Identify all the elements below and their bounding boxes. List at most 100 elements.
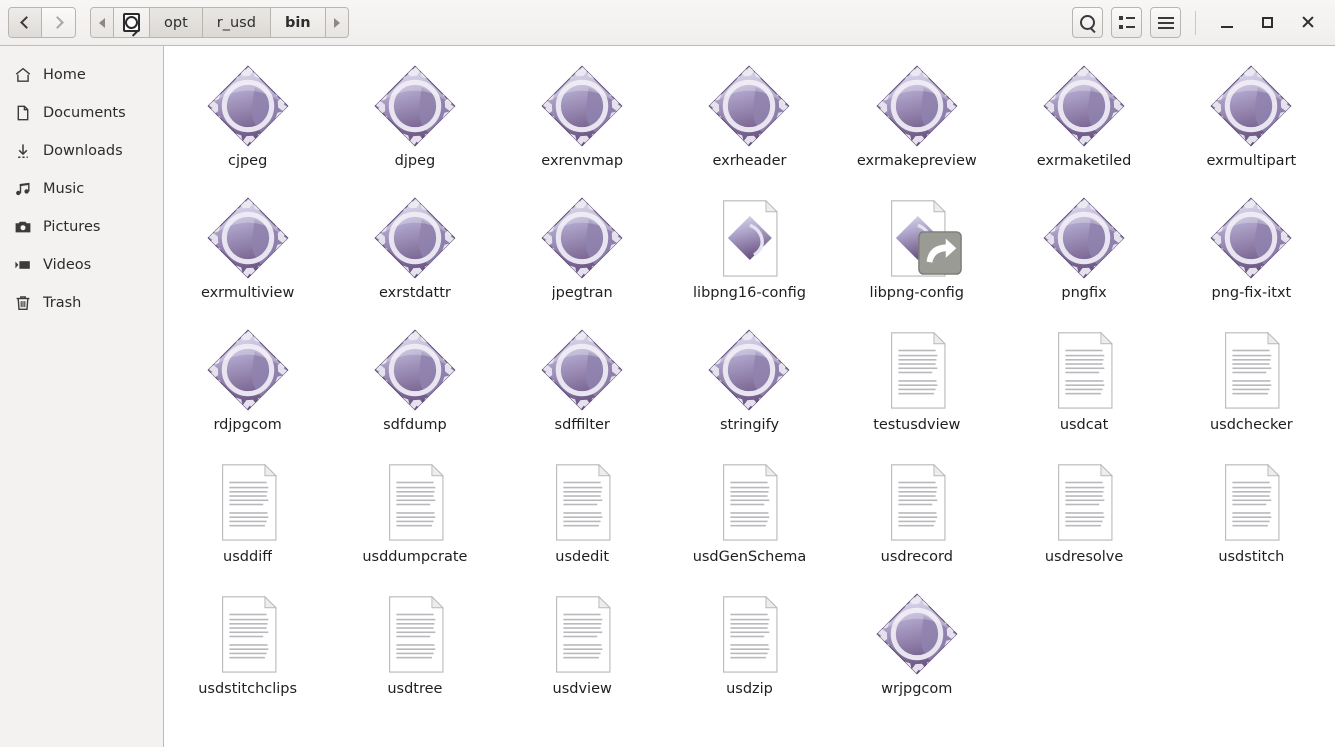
breadcrumb-item-r_usd[interactable]: r_usd [202,8,271,37]
executable-file-icon [708,329,790,411]
file-name-label: usdcat [1059,417,1109,433]
file-item[interactable]: cjpeg [164,54,331,186]
minimize-button[interactable] [1207,3,1247,43]
text-file-icon-wrapper [703,456,795,548]
file-item[interactable]: usdzip [666,582,833,714]
executable-file-icon [207,329,289,411]
file-item[interactable]: exrmaketiled [1000,54,1167,186]
maximize-button[interactable] [1247,3,1287,43]
text-file-icon [221,463,277,541]
sidebar-item-label: Home [43,67,86,83]
file-item[interactable]: usdchecker [1168,318,1335,450]
text-file-icon [890,331,946,409]
file-name-label: usddumpcrate [362,549,468,565]
header-tool-buttons [1072,7,1181,38]
chevron-right-icon [50,16,64,29]
maximize-icon [1261,17,1273,28]
file-item[interactable]: usdedit [499,450,666,582]
breadcrumb-device-root[interactable] [114,8,150,37]
header-divider [1195,10,1196,35]
file-item[interactable]: djpeg [331,54,498,186]
file-item[interactable]: usdstitchclips [164,582,331,714]
file-item[interactable]: sdffilter [499,318,666,450]
file-item[interactable]: stringify [666,318,833,450]
triangle-right-icon [333,17,340,28]
file-item[interactable]: usddiff [164,450,331,582]
file-item[interactable]: jpegtran [499,186,666,318]
file-list-area[interactable]: cjpeg djpeg exrenvmap exrheader exrmakeprevi… [164,46,1335,747]
sidebar-item-documents[interactable]: Documents [0,94,163,132]
file-item[interactable]: testusdview [833,318,1000,450]
text-file-icon-wrapper [536,456,628,548]
file-item[interactable]: usdview [499,582,666,714]
executable-file-icon [541,65,623,147]
sidebar-item-music[interactable]: Music [0,170,163,208]
file-name-label: wrjpgcom [881,681,953,697]
hamburger-menu-icon [1157,16,1174,29]
search-button[interactable] [1072,7,1103,38]
file-item[interactable]: rdjpgcom [164,318,331,450]
file-item[interactable]: usdstitch [1168,450,1335,582]
sidebar-item-trash[interactable]: Trash [0,284,163,322]
executable-file-icon-wrapper [369,60,461,152]
file-item[interactable]: usdGenSchema [666,450,833,582]
window-body: Home Documents Downloads Music Pictures … [0,46,1335,747]
file-item[interactable]: exrheader [666,54,833,186]
file-item[interactable]: exrmakepreview [833,54,1000,186]
sidebar-item-home[interactable]: Home [0,56,163,94]
text-file-icon-wrapper [1205,456,1297,548]
text-file-icon [1058,331,1114,409]
file-item[interactable]: usddumpcrate [331,450,498,582]
executable-file-icon [876,593,958,675]
breadcrumb-item-bin[interactable]: bin [270,8,326,37]
breadcrumb-scroll-left[interactable] [91,8,114,37]
file-item[interactable]: exrmultipart [1168,54,1335,186]
sidebar-item-pictures[interactable]: Pictures [0,208,163,246]
text-file-icon-wrapper [1205,324,1297,416]
text-file-icon [556,463,612,541]
text-file-icon-wrapper [369,456,461,548]
file-name-label: sdffilter [554,417,610,433]
file-item[interactable]: sdfdump [331,318,498,450]
executable-file-icon-wrapper [703,60,795,152]
main-menu-button[interactable] [1150,7,1181,38]
executable-file-icon-wrapper [1038,60,1130,152]
file-item[interactable]: pngfix [1000,186,1167,318]
executable-file-icon-wrapper [202,324,294,416]
file-name-label: sdfdump [383,417,447,433]
executable-file-icon [1210,197,1292,279]
executable-file-icon [374,197,456,279]
file-item[interactable]: libpng-config [833,186,1000,318]
sidebar-item-downloads[interactable]: Downloads [0,132,163,170]
sidebar-item-label: Documents [43,105,126,121]
file-item[interactable]: exrmultiview [164,186,331,318]
file-item[interactable]: libpng16-config [666,186,833,318]
breadcrumb-scroll-right[interactable] [325,8,348,37]
file-item[interactable]: usdcat [1000,318,1167,450]
file-item[interactable]: usdresolve [1000,450,1167,582]
file-item[interactable]: png-fix-itxt [1168,186,1335,318]
close-button[interactable] [1287,3,1327,43]
text-file-icon [1225,463,1281,541]
view-options-button[interactable] [1111,7,1142,38]
sidebar-item-videos[interactable]: Videos [0,246,163,284]
file-name-label: libpng16-config [693,285,806,301]
text-file-icon [1225,331,1281,409]
executable-file-icon [876,65,958,147]
file-name-label: stringify [719,417,780,433]
text-file-icon-wrapper [871,456,963,548]
executable-file-icon [541,329,623,411]
video-icon [14,256,32,274]
file-item[interactable]: usdrecord [833,450,1000,582]
executable-file-icon-wrapper [1205,60,1297,152]
file-item[interactable]: exrenvmap [499,54,666,186]
file-item[interactable]: exrstdattr [331,186,498,318]
file-name-label: exrmultipart [1206,153,1297,169]
file-item[interactable]: wrjpgcom [833,582,1000,714]
back-button[interactable] [9,8,42,37]
forward-button[interactable] [42,8,75,37]
breadcrumb-item-opt[interactable]: opt [150,8,203,37]
file-item[interactable]: usdtree [331,582,498,714]
script-file-icon [723,199,779,277]
download-icon [14,142,32,160]
